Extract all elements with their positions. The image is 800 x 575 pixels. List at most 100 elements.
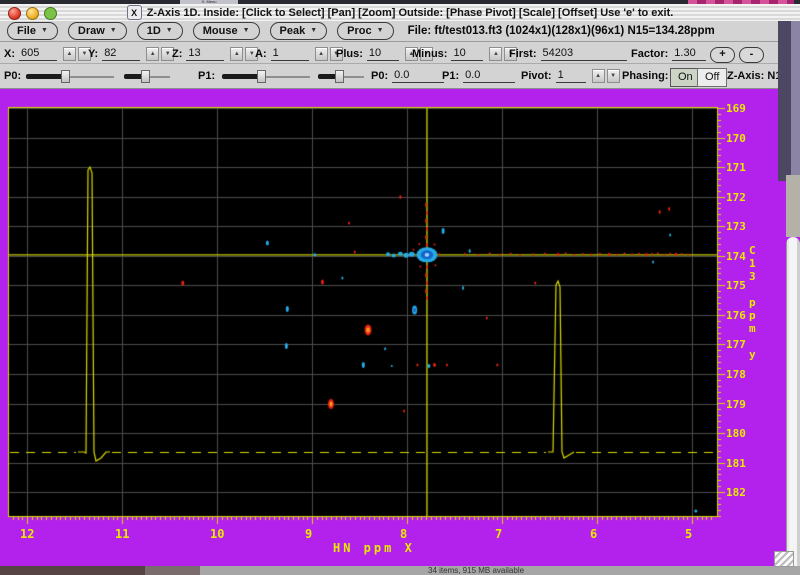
field-z: Z: 13 ▲ ▼ — [172, 46, 259, 61]
p0-coarse-slider[interactable] — [26, 69, 114, 83]
x-axis-title: HN ppm X — [333, 541, 415, 555]
spin-up-icon[interactable]: ▲ — [63, 47, 76, 61]
y-tick-label-171: 171 — [726, 161, 746, 175]
file-info-text: File: ft/test013.ft3 (1024x1)(128x1)(96x… — [407, 25, 715, 37]
field-label: Plus: — [336, 48, 363, 60]
status-bar-dark-segment — [0, 566, 145, 575]
phasing-off-button[interactable]: Off — [697, 68, 728, 87]
slider-thumb[interactable] — [141, 70, 150, 83]
y-tick-label-172: 172 — [726, 190, 746, 204]
background-status-bar: 34 items, 915 MB available — [0, 566, 800, 575]
y-tick-label-169: 169 — [726, 102, 746, 115]
field-p0: P0: 0.0 — [371, 68, 445, 83]
chevron-down-icon: ▼ — [109, 27, 117, 34]
spin-up-icon[interactable]: ▲ — [591, 69, 605, 83]
field-pivot: Pivot: 1 ▲ ▼ — [521, 68, 620, 83]
field-label: First: — [509, 48, 537, 60]
menu-button-peak[interactable]: Peak ▼ — [269, 22, 328, 40]
menu-button-label: Draw — [77, 25, 105, 37]
y-tick-label-175: 175 — [726, 279, 746, 293]
nmrdraw-window: X: Menu X Z-Axis 1D. Inside: [Click to S… — [0, 0, 800, 575]
field-y-input[interactable]: 82 — [102, 47, 141, 61]
spin-up-icon[interactable]: ▲ — [146, 47, 160, 61]
slider-thumb[interactable] — [335, 70, 344, 83]
close-button-icon[interactable] — [8, 7, 21, 20]
window-controls — [8, 7, 57, 20]
spin-down-icon[interactable]: ▼ — [606, 69, 620, 83]
spectrum-canvas-area: 12 11 10 9 8 7 6 5 169 170 171 172 173 174 175 176 177 17… — [0, 89, 800, 566]
p1-fine-slider[interactable] — [318, 69, 364, 83]
spin-up-icon[interactable]: ▲ — [489, 47, 503, 61]
slider-thumb[interactable] — [61, 70, 70, 83]
field-p0-input[interactable]: 0.0 — [392, 69, 445, 83]
field-z-input[interactable]: 13 — [186, 47, 225, 61]
background-window-edge-light — [791, 21, 800, 175]
field-minus: Minus: 10 ▲ ▼ — [412, 46, 518, 61]
field-label: X: — [4, 48, 15, 60]
field-x-input[interactable]: 605 — [19, 47, 57, 61]
x-tick-label-8: 8 — [400, 527, 408, 541]
menu-button-mouse[interactable]: Mouse ▼ — [192, 22, 260, 40]
status-bar-text: 34 items, 915 MB available — [428, 566, 525, 575]
chevron-down-icon: ▼ — [40, 27, 48, 34]
chevron-down-icon: ▼ — [165, 27, 173, 34]
resize-grip[interactable] — [774, 551, 794, 567]
chevron-down-icon: ▼ — [242, 27, 250, 34]
field-label: P1: — [442, 70, 460, 82]
nmr-contour-plot[interactable] — [0, 89, 800, 566]
field-minus-input[interactable]: 10 — [451, 47, 484, 61]
phasing-row: P0: P1: P0: 0.0 P1: 0.0 Pivot: 1 ▲ ▼ Phasing: On Off… — [0, 64, 788, 89]
y-tick-label-180: 180 — [726, 427, 746, 441]
y-tick-label-170: 170 — [726, 131, 746, 145]
field-first-input[interactable]: 54203 — [540, 47, 627, 61]
menu-button-draw[interactable]: Draw ▼ — [67, 22, 127, 40]
field-plus-input[interactable]: 10 — [366, 47, 399, 61]
menu-bar: File ▼ Draw ▼ 1D ▼ Mouse ▼ Peak ▼ Proc ▼ File: ft/t… — [0, 21, 778, 42]
spinner: ▲ ▼ — [146, 47, 175, 61]
p1-coarse-slider[interactable] — [222, 69, 310, 83]
x-tick-label-9: 9 — [305, 527, 313, 541]
title-bar[interactable]: X Z-Axis 1D. Inside: [Click to Select] [… — [0, 4, 800, 22]
field-a-input[interactable]: 1 — [270, 47, 309, 61]
y-tick-label-182: 182 — [726, 486, 746, 500]
phasing-label: Phasing: — [622, 70, 669, 82]
y-axis-title: C 1 3 p p m y — [749, 244, 756, 361]
field-factor-input[interactable]: 1.30 — [672, 47, 707, 61]
menu-button-file[interactable]: File ▼ — [7, 22, 58, 40]
field-label: Pivot: — [521, 70, 552, 82]
spin-up-icon[interactable]: ▲ — [314, 47, 328, 61]
y-tick-label-178: 178 — [726, 367, 746, 381]
minimize-button-icon[interactable] — [26, 7, 39, 20]
menu-button-label: Mouse — [202, 25, 238, 37]
x-tick-label-5: 5 — [685, 527, 693, 541]
window-title: Z-Axis 1D. Inside: [Click to Select] [Pa… — [146, 6, 674, 19]
scale-plus-button[interactable]: + — [710, 47, 735, 63]
field-label: Factor: — [631, 48, 669, 60]
field-pivot-input[interactable]: 1 — [555, 69, 586, 83]
slider-thumb[interactable] — [257, 70, 266, 83]
field-first: First: 54203 — [509, 46, 627, 61]
scale-minus-button[interactable]: - — [739, 47, 764, 63]
x-tick-label-10: 10 — [210, 527, 225, 541]
slider-label-p0: P0: — [4, 70, 22, 82]
field-label: P0: — [371, 70, 389, 82]
p0-fine-slider[interactable] — [124, 69, 170, 83]
coordinates-row: X: 605 ▲ ▼ Y: 82 ▲ ▼ Z: 13 ▲ ▼ A: 1 ▲ ▼ Plus: 10 ▲ ▼ Minus: 1… — [0, 42, 778, 64]
x11-app-icon: X — [126, 5, 142, 20]
spinner: ▲ ▼ — [591, 69, 620, 83]
background-scrollbar[interactable] — [786, 237, 800, 575]
background-window-gray-patch — [786, 175, 800, 237]
y-tick-label-179: 179 — [726, 397, 746, 411]
zoom-button-icon[interactable] — [44, 7, 57, 20]
menu-button-label: File — [17, 25, 36, 37]
menu-button-proc[interactable]: Proc ▼ — [337, 22, 394, 40]
x-tick-label-6: 6 — [590, 527, 598, 541]
menu-button-label: 1D — [146, 25, 161, 37]
y-tick-label-181: 181 — [726, 456, 746, 470]
spinner: ▲ ▼ — [63, 47, 91, 61]
x-tick-label-7: 7 — [495, 527, 503, 541]
background-window-edge — [778, 21, 791, 181]
field-p1-input[interactable]: 0.0 — [463, 69, 516, 83]
menu-button-1d[interactable]: 1D ▼ — [136, 22, 183, 40]
spin-up-icon[interactable]: ▲ — [230, 47, 244, 61]
